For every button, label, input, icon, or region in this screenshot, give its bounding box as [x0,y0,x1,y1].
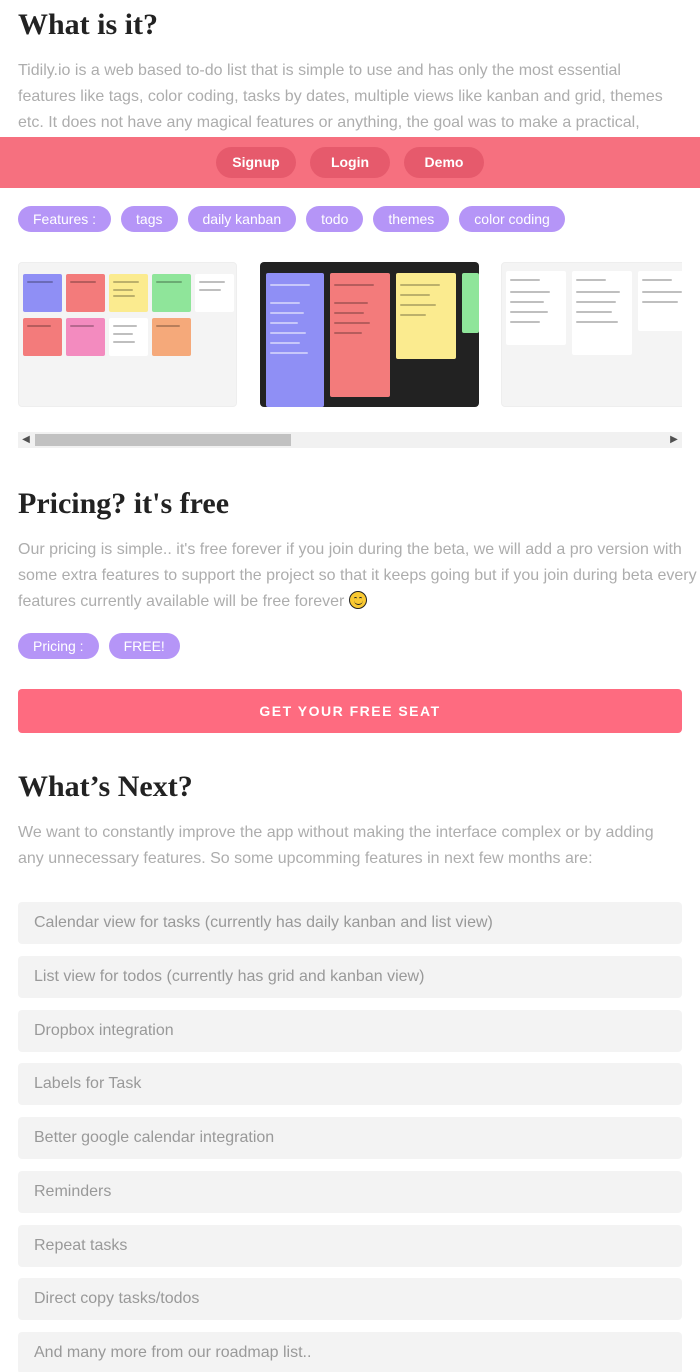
about-title: What is it? [18,8,159,41]
get-free-seat-button[interactable]: GET YOUR FREE SEAT [18,689,682,733]
about-text: Tidily.io is a web based to-do list that… [18,62,663,131]
list-item: And many more from our roadmap list.. [18,1332,682,1372]
login-button[interactable]: Login [310,147,390,178]
feature-tags: Features : tags daily kanban todo themes… [18,206,682,232]
list-item: List view for todos (currently has grid … [18,955,682,998]
carousel-scrollbar[interactable]: ◀ ▶ [18,432,682,448]
demo-button[interactable]: Demo [404,147,484,178]
pricing-tags: Pricing : FREE! [18,633,180,659]
upcoming-features-list: Calendar view for tasks (currently has d… [18,902,682,1372]
screenshot-kanban-dark [260,262,479,407]
chevron-right-icon[interactable]: ▶ [666,432,682,448]
signup-button[interactable]: Signup [216,147,296,178]
pricing-text: Our pricing is simple.. it's free foreve… [18,537,698,615]
pricing-title: Pricing? it's free [18,487,230,520]
next-text: We want to constantly improve the app wi… [18,824,654,867]
pricing-label: Pricing : [18,633,99,659]
feature-tag: todo [306,206,364,232]
list-item: Dropbox integration [18,1009,682,1052]
next-title: What’s Next? [18,770,193,803]
feature-tag: themes [373,206,450,232]
feature-tag: daily kanban [187,206,297,232]
screenshot-list-view [501,262,682,407]
screenshot-grid-view [18,262,237,407]
chevron-left-icon[interactable]: ◀ [18,432,34,448]
feature-tag: color coding [459,206,565,232]
pricing-value: FREE! [108,633,180,659]
feature-tag: tags [121,206,178,232]
top-nav-bar: Signup Login Demo [0,137,700,188]
list-item: Direct copy tasks/todos [18,1278,682,1321]
list-item: Repeat tasks [18,1224,682,1267]
list-item: Labels for Task [18,1063,682,1106]
list-item: Calendar view for tasks (currently has d… [18,902,682,944]
features-label: Features : [18,206,112,232]
list-item: Better google calendar integration [18,1117,682,1159]
list-item: Reminders [18,1170,682,1213]
scrollbar-thumb[interactable] [35,434,291,446]
smiling-face-icon [348,591,367,609]
screenshot-carousel[interactable] [18,262,682,408]
